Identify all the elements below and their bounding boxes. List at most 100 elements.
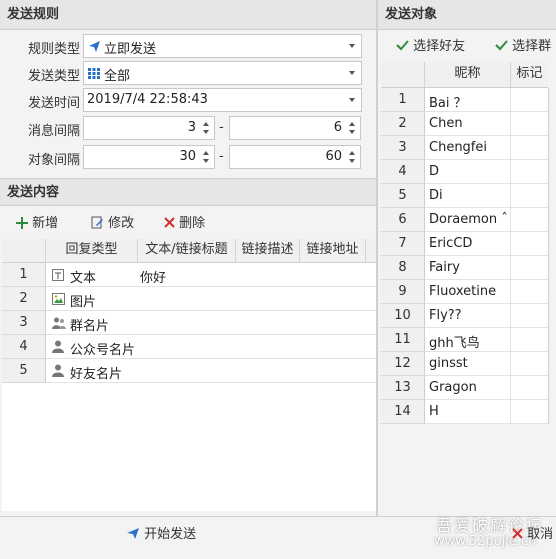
msg-interval-max-stepper[interactable]: 6 [229, 116, 361, 140]
send-type-select[interactable]: 全部 [83, 61, 362, 85]
targets-header: 发送对象 [378, 0, 556, 30]
target-row[interactable]: EricCD [425, 232, 548, 256]
spin-down-icon[interactable] [349, 159, 355, 163]
column-separator [510, 232, 511, 256]
column-header[interactable]: 回复类型 [46, 239, 138, 262]
chevron-down-icon [349, 44, 355, 48]
send-time-label: 发送时间 [27, 96, 80, 111]
column-separator [510, 184, 511, 208]
edit-button[interactable]: 修改 [91, 213, 134, 235]
target-interval-max-value: 60 [325, 149, 342, 164]
image-icon [52, 293, 65, 305]
spin-down-icon[interactable] [203, 159, 209, 163]
start-send-button[interactable]: 开始发送 [126, 524, 196, 546]
msg-interval-label: 消息间隔 [27, 124, 80, 139]
rownum-header [381, 62, 425, 87]
column-separator [510, 160, 511, 184]
text-icon [52, 269, 64, 281]
rule-type-select[interactable]: 立即发送 [83, 34, 362, 58]
column-separator [510, 88, 511, 112]
range-separator: - [219, 149, 224, 164]
target-row[interactable]: Fluoxetine [425, 280, 548, 304]
edit-label: 修改 [108, 216, 135, 231]
row-number: 13 [381, 376, 425, 400]
row-number: 4 [2, 335, 46, 359]
msg-interval-min-stepper[interactable]: 3 [83, 116, 215, 140]
table-row[interactable]: 好友名片 [46, 359, 376, 383]
vertical-splitter[interactable] [376, 0, 378, 516]
content-header: 发送内容 [0, 178, 376, 206]
targets-grid-body: 1 Bai ？ 2 Chen 3 Chengfei 4 D 5 Di 6 Doraemon ˆ 7 Eri… [381, 88, 549, 424]
target-row[interactable]: ginsst [425, 352, 548, 376]
target-row[interactable]: Fairy [425, 256, 548, 280]
target-nickname: Chen [429, 116, 463, 131]
spin-up-icon[interactable] [349, 122, 355, 126]
targets-grid-header: 昵称 标记 [381, 62, 548, 88]
spin-up-icon[interactable] [349, 151, 355, 155]
official-account-card-icon [52, 340, 64, 353]
delete-button[interactable]: 删除 [164, 213, 205, 235]
target-row[interactable]: ghh飞鸟 [425, 328, 548, 352]
target-interval-max-stepper[interactable]: 60 [229, 145, 361, 169]
send-time-picker[interactable]: 2019/7/4 22:58:43 [83, 88, 362, 112]
target-nickname: Doraemon ˆ [429, 212, 508, 227]
target-row[interactable]: Di [425, 184, 548, 208]
target-row[interactable]: H [425, 400, 548, 424]
row-number: 2 [2, 287, 46, 311]
target-row[interactable]: Fly?? [425, 304, 548, 328]
delete-label: 删除 [179, 216, 206, 231]
column-header[interactable]: 标记 [511, 62, 548, 87]
select-groups-button[interactable]: 选择群 [495, 36, 551, 58]
msg-interval-min-value: 3 [187, 120, 196, 135]
content-grid-header: 回复类型 文本/链接标题 链接描述 链接地址 [2, 239, 376, 263]
spin-down-icon[interactable] [203, 130, 209, 134]
table-row[interactable]: 图片 [46, 287, 376, 311]
table-row[interactable]: 公众号名片 [46, 335, 376, 359]
target-interval-min-stepper[interactable]: 30 [83, 145, 215, 169]
target-row[interactable]: D [425, 160, 548, 184]
target-row[interactable]: Chen [425, 112, 548, 136]
spin-down-icon[interactable] [349, 130, 355, 134]
target-nickname: Fairy [429, 260, 460, 275]
spin-up-icon[interactable] [203, 151, 209, 155]
target-nickname: ginsst [429, 356, 468, 371]
group-card-icon [52, 317, 66, 329]
select-friends-label: 选择好友 [413, 39, 466, 54]
select-friends-button[interactable]: 选择好友 [396, 36, 465, 58]
target-nickname: Di [429, 188, 443, 203]
target-row[interactable]: Chengfei [425, 136, 548, 160]
msg-interval-max-value: 6 [333, 120, 342, 135]
target-nickname: Fluoxetine [429, 284, 497, 299]
column-separator [510, 304, 511, 328]
target-nickname: Chengfei [429, 140, 487, 155]
row-number: 1 [2, 263, 46, 287]
rownum-header [2, 239, 46, 262]
column-header[interactable]: 文本/链接标题 [138, 239, 236, 262]
target-nickname: H [429, 404, 439, 419]
target-row[interactable]: Gragon [425, 376, 548, 400]
row-number: 5 [2, 359, 46, 383]
row-number: 12 [381, 352, 425, 376]
target-row[interactable]: Doraemon ˆ [425, 208, 548, 232]
target-interval-min-value: 30 [179, 149, 196, 164]
column-header[interactable]: 昵称 [425, 62, 511, 87]
column-header[interactable]: 链接描述 [236, 239, 300, 262]
cancel-button[interactable]: 取消 [512, 524, 553, 546]
column-header[interactable]: 链接地址 [300, 239, 366, 262]
send-plane-icon [127, 528, 139, 539]
send-rules-header: 发送规则 [0, 0, 376, 30]
close-icon [164, 217, 175, 228]
table-row[interactable]: 群名片 [46, 311, 376, 335]
spin-up-icon[interactable] [203, 122, 209, 126]
row-number: 1 [381, 88, 425, 112]
table-row[interactable]: 文本 你好 [46, 263, 376, 287]
row-number: 4 [381, 160, 425, 184]
target-nickname: Fly?? [429, 308, 462, 323]
target-row[interactable]: Bai ？ [425, 88, 548, 112]
target-nickname: EricCD [429, 236, 473, 251]
send-plane-icon [89, 41, 100, 52]
select-groups-label: 选择群 [512, 39, 552, 54]
column-separator [510, 352, 511, 376]
row-number: 6 [381, 208, 425, 232]
add-button[interactable]: 新增 [16, 213, 58, 235]
